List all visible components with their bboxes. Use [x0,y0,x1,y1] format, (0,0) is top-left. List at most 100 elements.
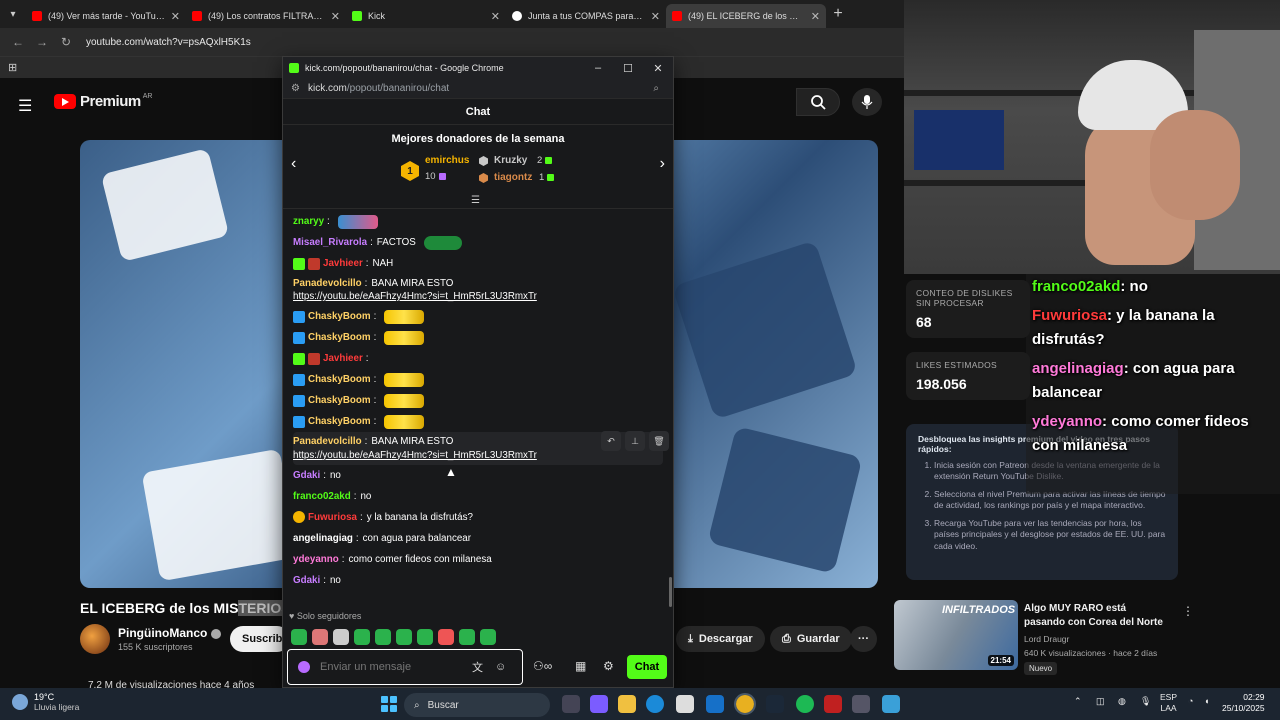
emote-button[interactable] [291,629,307,645]
chat-message[interactable]: Javhieer: NAH [293,253,663,274]
message-input-box[interactable]: 文 ☺ [287,649,523,685]
task-view-icon[interactable] [562,695,580,713]
minimize-icon[interactable]: – [583,62,613,75]
chat-link[interactable]: https://youtu.be/eAaFhzy4Hmc?si=t_HmR5rL… [293,449,537,462]
wifi-icon[interactable]: ◔ [1188,696,1193,706]
chat-messages[interactable]: znaryy: Misael_Rivarola: FACTOS Javhieer: NA… [283,211,673,609]
chat-message[interactable]: Misael_Rivarola: FACTOS [293,232,663,253]
chat-username[interactable]: angelinagiag [293,532,353,545]
delete-icon[interactable]: 🗑 [649,431,669,451]
close-icon[interactable]: ✕ [811,10,820,23]
settings-icon[interactable]: ⚙ [603,659,614,673]
file-explorer-icon[interactable] [618,695,636,713]
browser-tab[interactable]: (49) Los contratos FILTRADOS de ✕ [186,4,346,28]
chat-username[interactable]: franco02akd [293,490,351,503]
chrome-icon[interactable] [734,693,756,715]
donor-name[interactable]: emirchus [425,155,469,166]
save-button[interactable]: ⎙ Guardar [770,626,852,652]
chat-message[interactable]: ydeyanno: como comer fideos con milanesa [293,549,663,570]
close-icon[interactable]: ✕ [491,10,500,23]
chat-username[interactable]: znaryy [293,215,324,228]
close-icon[interactable]: ✕ [331,10,340,23]
start-icon[interactable] [381,696,397,712]
donor-name[interactable]: tiagontz [494,172,532,183]
emote-button[interactable] [480,629,496,645]
app-icon[interactable] [852,695,870,713]
window-titlebar[interactable]: kick.com/popout/bananirou/chat - Google … [283,57,673,79]
chat-link[interactable]: https://youtu.be/eAaFhzy4Hmc?si=t_HmR5rL… [293,290,537,303]
browser-tab[interactable]: Junta a tus COMPAS para jugar ✕ [506,4,666,28]
chat-message[interactable]: znaryy: [293,211,663,232]
chat-username[interactable]: Misael_Rivarola [293,236,367,249]
menu-icon[interactable]: ☰ [18,96,32,116]
chat-message[interactable]: ChaskyBoom: [293,411,663,432]
emote-button[interactable] [333,629,349,645]
chat-message[interactable]: ChaskyBoom: [293,369,663,390]
new-tab-button[interactable]: + [826,5,850,23]
chat-message[interactable]: franco02akd: no [293,486,663,507]
channel-avatar[interactable] [80,624,110,654]
chevron-right-icon[interactable]: › [660,155,665,173]
site-info-icon[interactable]: ⚙ [291,83,300,94]
copilot-icon[interactable] [590,695,608,713]
emote-button[interactable] [375,629,391,645]
browser-tab-active[interactable]: (49) EL ICEBERG de los MISTERIOS ✕ [666,4,826,28]
video-thumbnail[interactable]: INFILTRADOS 21:54 [894,600,1018,670]
subscribe-button[interactable]: Suscrib [230,626,290,652]
scrollbar[interactable] [669,577,672,607]
notepad-icon[interactable] [882,695,900,713]
chat-username[interactable]: ChaskyBoom [308,394,371,407]
steam-icon[interactable] [766,695,784,713]
weather-widget[interactable]: 19°C Lluvia ligera [12,692,79,712]
emote-button[interactable] [459,629,475,645]
outlook-icon[interactable] [706,695,724,713]
chat-message[interactable]: Gdaki: no [293,570,663,591]
message-input[interactable] [320,661,460,673]
store-icon[interactable] [676,695,694,713]
rec-channel[interactable]: Lord Draugr [1024,634,1069,644]
maximize-icon[interactable]: ☐ [613,62,643,75]
chat-username[interactable]: Panadevolcillo [293,277,362,290]
chat-username[interactable]: ChaskyBoom [308,415,371,428]
chat-message[interactable]: ChaskyBoom: [293,306,663,327]
chat-message[interactable]: ChaskyBoom: [293,327,663,348]
youtube-logo[interactable]: Premium AR [54,93,152,110]
tab-search-button[interactable]: ▾ [0,0,26,28]
chat-message[interactable]: angelinagiag: con agua para balancear [293,528,663,549]
search-button[interactable] [796,88,840,116]
close-icon[interactable]: ✕ [171,10,180,23]
chat-username[interactable]: ChaskyBoom [308,310,371,323]
url-field[interactable]: youtube.com/watch?v=psAQxlH5K1s [86,37,251,48]
taskbar-search[interactable]: ⌕ Buscar [404,693,550,717]
chat-message[interactable]: Fuwuriosa: y la banana la disfrutás? [293,507,663,528]
predictions-icon[interactable]: ⚇∞ [533,659,552,673]
app-tray-icon[interactable]: ◍ [1118,696,1126,707]
more-actions-button[interactable]: ··· [850,626,877,652]
tray-chevron-icon[interactable]: ⌃ [1074,696,1082,707]
mic-tray-icon[interactable]: 🎙 [1140,696,1151,707]
chat-username[interactable]: Javhieer [323,257,363,270]
browser-tab[interactable]: (49) Ver más tarde - YouTube ✕ [26,4,186,28]
chat-username[interactable]: Panadevolcillo [293,435,362,448]
chat-username[interactable]: ydeyanno [293,553,339,566]
mic-icon[interactable] [298,661,310,673]
chat-username[interactable]: Javhieer [323,352,363,365]
emote-button[interactable] [396,629,412,645]
close-icon[interactable]: ✕ [643,62,673,75]
emote-button[interactable] [438,629,454,645]
chat-username[interactable]: ChaskyBoom [308,331,371,344]
donor-name[interactable]: Kruzky [494,155,527,166]
zoom-icon[interactable]: ⌕ [653,83,659,94]
chevron-left-icon[interactable]: ‹ [291,155,296,173]
reload-icon[interactable]: ↻ [54,35,78,49]
chat-username[interactable]: ChaskyBoom [308,373,371,386]
pin-icon[interactable]: ⊥ [625,431,645,451]
apps-grid-icon[interactable]: ⊞ [8,61,17,74]
recommended-video[interactable]: INFILTRADOS 21:54 Algo MUY RARO está pas… [894,600,1174,676]
reply-icon[interactable]: ↶ [601,431,621,451]
channel-name[interactable]: PingüinoManco [118,626,222,640]
clock[interactable]: 02:29 25/10/2025 [1222,692,1265,714]
emoji-icon[interactable]: ☺ [495,661,506,673]
rec-title[interactable]: Algo MUY RARO está pasando con Corea del… [1024,602,1164,629]
emote-button[interactable] [354,629,370,645]
